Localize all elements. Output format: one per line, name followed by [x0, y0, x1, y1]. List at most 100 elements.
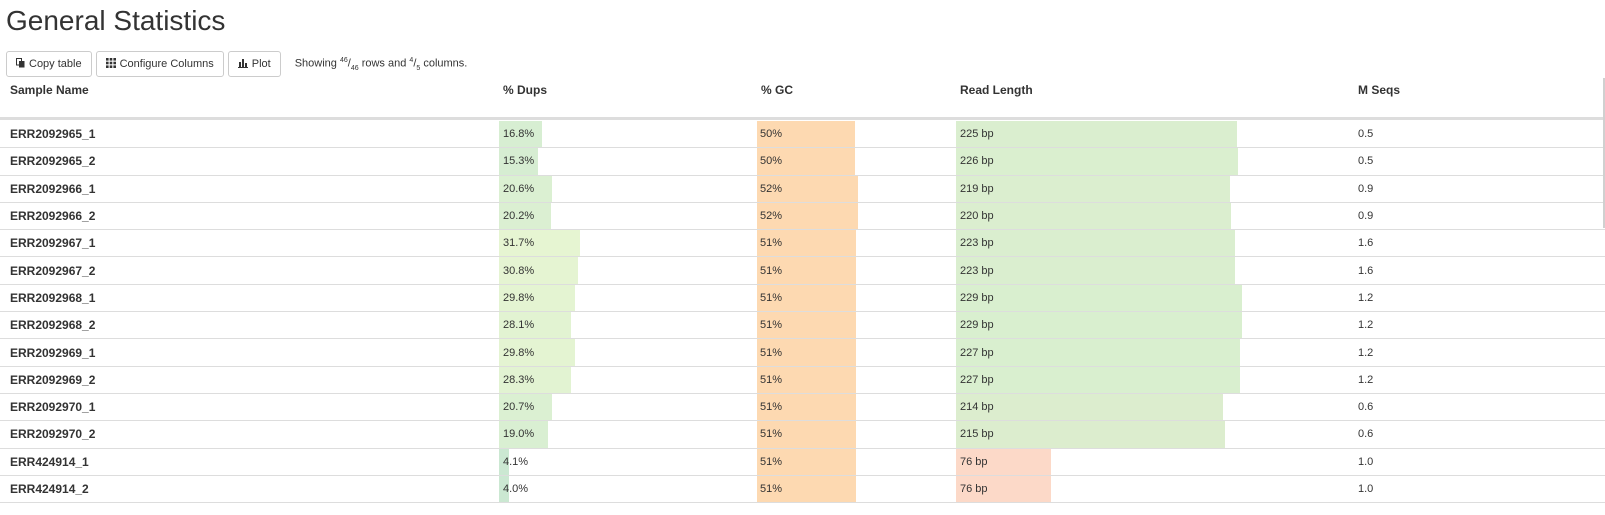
- gc-value: 50%: [760, 128, 783, 141]
- table-row: ERR2092970_1 20.7% 51% 214 bp 0.6: [0, 393, 1605, 422]
- dups-value: 15.3%: [503, 155, 535, 168]
- gc-value: 51%: [760, 373, 783, 386]
- sample-name-cell: ERR2092966_1: [10, 181, 96, 196]
- column-header-read-length[interactable]: Read Length: [960, 83, 1033, 97]
- gc-value: 51%: [760, 319, 783, 332]
- table-row: ERR2092968_1 29.8% 51% 229 bp 1.2: [0, 284, 1605, 313]
- m-seqs-cell: 1.2: [1358, 346, 1374, 359]
- sample-name-cell: ERR2092967_2: [10, 263, 96, 278]
- column-header-dups[interactable]: % Dups: [503, 83, 547, 97]
- read-length-value: 229 bp: [960, 291, 994, 304]
- m-seqs-cell: 0.6: [1358, 428, 1374, 441]
- sample-name-cell: ERR2092966_2: [10, 209, 96, 224]
- read-length-bar: [956, 257, 1235, 284]
- grid-icon: [105, 57, 116, 71]
- cols-word: columns.: [423, 57, 468, 70]
- sample-name-cell: ERR2092970_1: [10, 400, 96, 415]
- table-row: ERR424914_1 4.1% 51% 76 bp 1.0: [0, 448, 1605, 476]
- m-seqs-cell: 1.2: [1358, 373, 1374, 386]
- m-seqs-cell: 0.5: [1358, 128, 1374, 141]
- read-length-bar: [956, 148, 1239, 175]
- gc-value: 51%: [760, 428, 783, 441]
- dups-value: 28.3%: [503, 373, 535, 386]
- sample-name-cell: ERR2092967_1: [10, 236, 96, 251]
- table-row: ERR424914_2 4.0% 51% 76 bp 1.0: [0, 475, 1605, 504]
- read-length-value: 229 bp: [960, 319, 994, 332]
- plot-label: Plot: [251, 58, 271, 70]
- read-length-bar: [956, 202, 1231, 230]
- sample-name-cell: ERR2092968_1: [10, 290, 96, 305]
- m-seqs-cell: 1.6: [1358, 264, 1374, 277]
- read-length-bar: [956, 175, 1230, 202]
- dups-value: 31.7%: [503, 237, 535, 250]
- dups-value: 28.1%: [503, 319, 535, 332]
- table-row: ERR2092966_2 20.2% 52% 220 bp 0.9: [0, 202, 1605, 231]
- read-length-value: 223 bp: [960, 237, 994, 250]
- gc-value: 51%: [760, 237, 783, 250]
- sample-name-cell: ERR2092965_2: [10, 154, 96, 169]
- table-row: ERR2092969_1 29.8% 51% 227 bp 1.2: [0, 339, 1605, 367]
- column-header-m-seqs[interactable]: M Seqs: [1358, 83, 1400, 97]
- sample-name-cell: ERR424914_1: [10, 454, 89, 469]
- copy-icon: [16, 57, 25, 71]
- table-body: ERR2092965_1 16.8% 50% 225 bp 0.5 ERR2092965_…: [0, 121, 1605, 504]
- read-length-bar: [956, 284, 1243, 312]
- m-seqs-cell: 0.9: [1358, 210, 1374, 223]
- bar-chart-icon: [237, 58, 248, 71]
- sample-name-cell: ERR2092969_2: [10, 372, 96, 387]
- table-row: ERR2092965_1 16.8% 50% 225 bp 0.5: [0, 121, 1605, 149]
- dups-value: 29.8%: [503, 291, 535, 304]
- dups-value: 4.0%: [503, 483, 529, 495]
- column-header-gc[interactable]: % GC: [761, 83, 793, 97]
- table-header: Sample Name % Dups % GC Read Length M Se…: [0, 78, 1605, 120]
- dups-value: 20.6%: [503, 182, 535, 195]
- table-toolbar: Copy table Configure Columns Plot Showin…: [6, 51, 467, 77]
- read-length-value: 220 bp: [960, 210, 994, 223]
- read-length-bar: [956, 121, 1238, 148]
- copy-table-button[interactable]: Copy table: [6, 51, 92, 77]
- table-row: ERR2092969_2 28.3% 51% 227 bp 1.2: [0, 366, 1605, 394]
- m-seqs-cell: 1.2: [1358, 291, 1374, 304]
- rows-shown: 46: [339, 56, 348, 64]
- read-length-value: 219 bp: [960, 182, 994, 195]
- dups-value: 16.8%: [503, 128, 535, 141]
- dups-value: 29.8%: [503, 346, 535, 359]
- m-seqs-cell: 0.5: [1358, 155, 1374, 168]
- plot-button[interactable]: Plot: [227, 51, 281, 77]
- gc-value: 51%: [760, 264, 783, 277]
- read-length-value: 223 bp: [960, 264, 994, 277]
- table-row: ERR2092968_2 28.1% 51% 229 bp 1.2: [0, 312, 1605, 340]
- sample-name-cell: ERR2092970_2: [10, 427, 96, 442]
- sample-name-cell: ERR2092965_1: [10, 127, 96, 142]
- table-row: ERR2092967_2 30.8% 51% 223 bp 1.6: [0, 257, 1605, 285]
- read-length-bar: [956, 421, 1225, 448]
- cols-shown: 4: [409, 56, 414, 64]
- m-seqs-cell: 1.0: [1358, 483, 1374, 495]
- m-seqs-cell: 1.2: [1358, 319, 1374, 332]
- dups-value: 4.1%: [503, 455, 529, 468]
- sample-name-cell: ERR2092968_2: [10, 318, 96, 333]
- page-title: General Statistics: [6, 5, 226, 36]
- read-length-value: 226 bp: [960, 155, 994, 168]
- status-prefix: Showing: [294, 57, 337, 70]
- gc-value: 51%: [760, 346, 783, 359]
- table-row: ERR2092965_2 15.3% 50% 226 bp 0.5: [0, 148, 1605, 176]
- read-length-bar: [956, 312, 1243, 339]
- read-length-value: 227 bp: [960, 373, 994, 386]
- read-length-value: 214 bp: [960, 401, 994, 414]
- rows-word: rows and: [361, 57, 407, 70]
- sample-name-cell: ERR2092969_1: [10, 345, 96, 360]
- configure-columns-label: Configure Columns: [119, 58, 214, 70]
- read-length-bar: [956, 230, 1235, 257]
- column-header-sample-name[interactable]: Sample Name: [10, 83, 89, 97]
- gc-value: 52%: [760, 210, 783, 223]
- configure-columns-button[interactable]: Configure Columns: [95, 51, 224, 77]
- table-row: ERR2092967_1 31.7% 51% 223 bp 1.6: [0, 230, 1605, 258]
- gc-value: 52%: [760, 182, 783, 195]
- copy-table-label: Copy table: [29, 58, 82, 70]
- dups-value: 30.8%: [503, 264, 535, 277]
- m-seqs-cell: 0.6: [1358, 401, 1374, 414]
- table-row: ERR2092966_1 20.6% 52% 219 bp 0.9: [0, 175, 1605, 203]
- cols-total: 5: [416, 64, 421, 72]
- gc-value: 51%: [760, 483, 783, 495]
